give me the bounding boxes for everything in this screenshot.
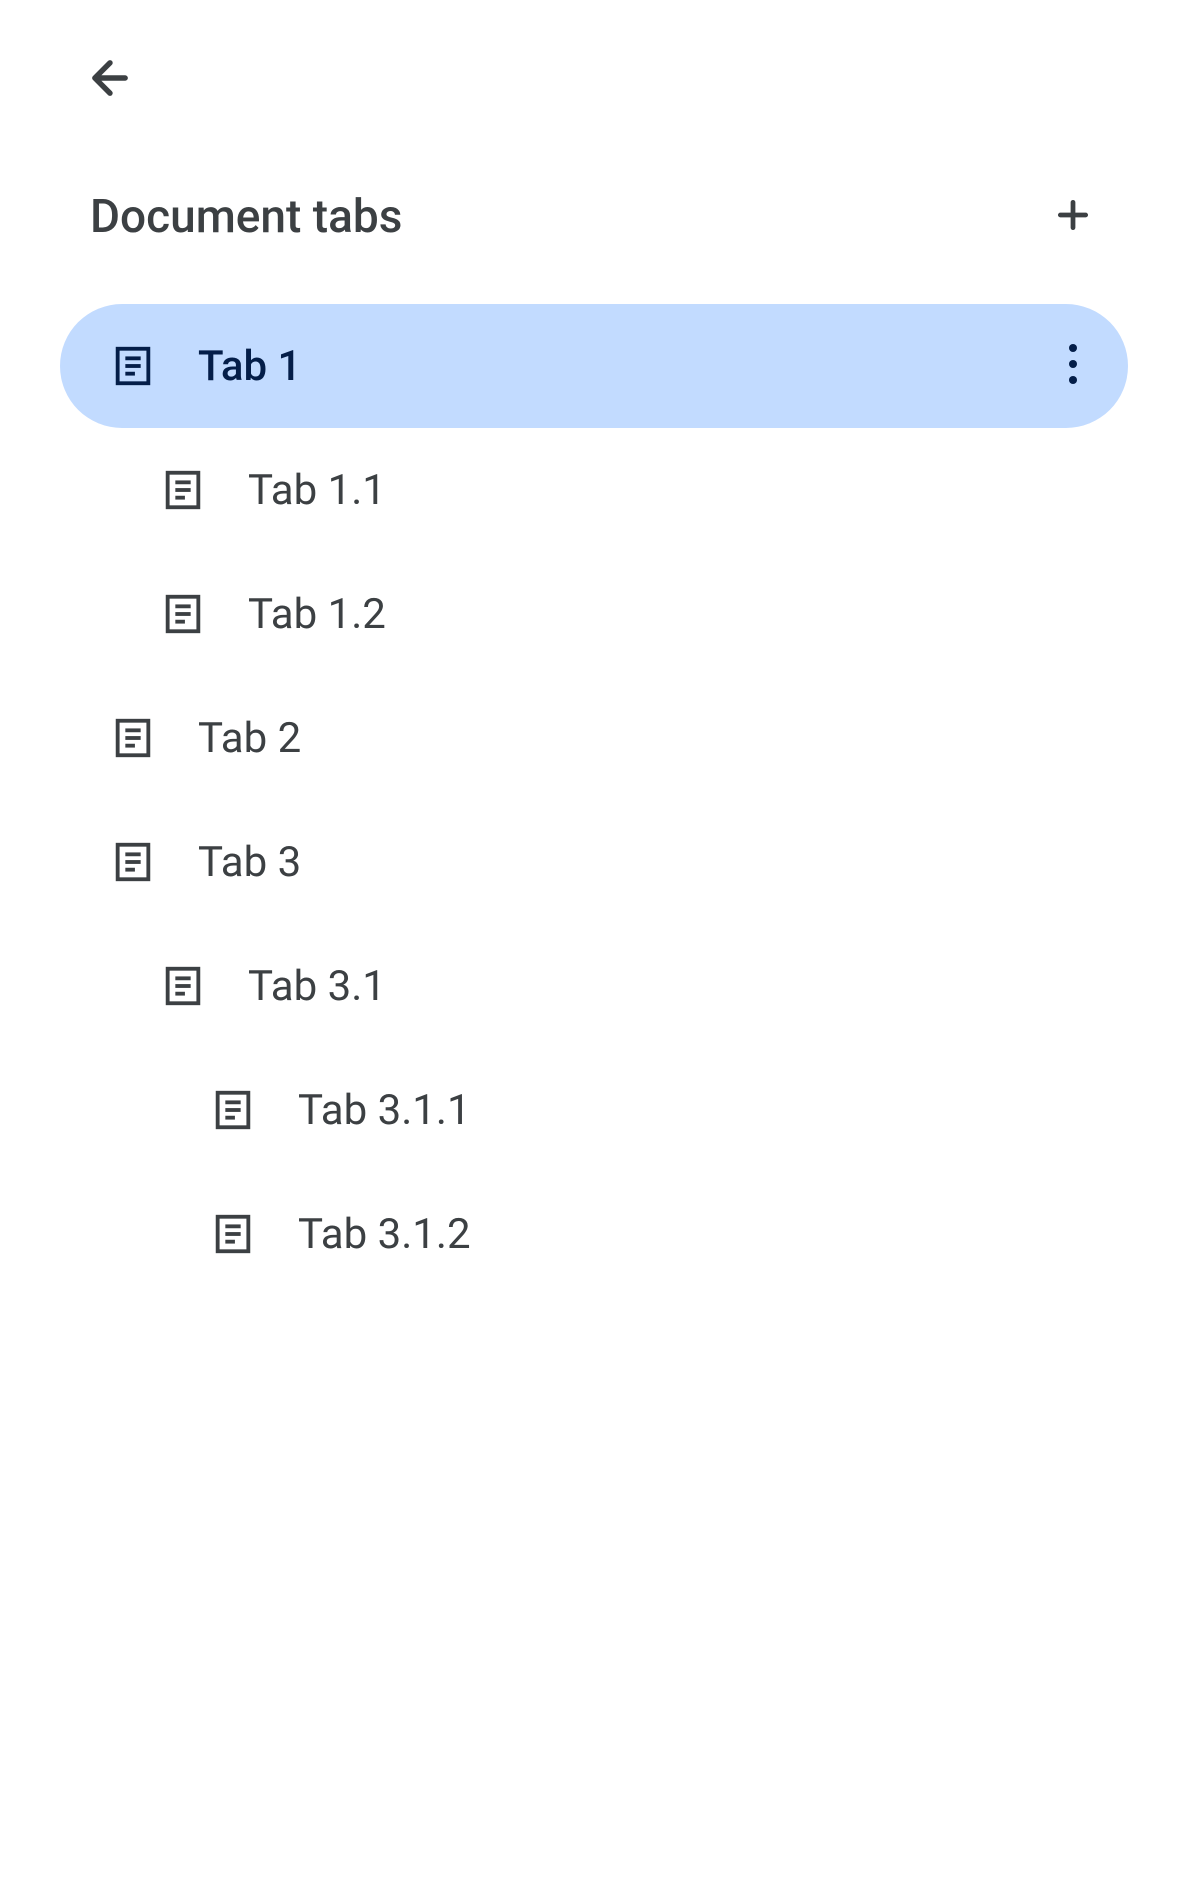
tab-item[interactable]: Tab 2	[60, 676, 1128, 800]
tab-label: Tab 3.1	[248, 962, 1098, 1011]
more-vertical-icon	[1068, 344, 1078, 388]
tab-item[interactable]: Tab 1.2	[60, 552, 1128, 676]
tab-item[interactable]: Tab 1	[60, 304, 1128, 428]
add-tab-button[interactable]	[1048, 192, 1098, 242]
plus-icon	[1054, 196, 1092, 238]
arrow-left-icon	[84, 52, 136, 108]
document-icon	[110, 839, 156, 885]
tab-label: Tab 1.2	[248, 590, 1098, 639]
document-icon	[160, 467, 206, 513]
tab-item[interactable]: Tab 1.1	[60, 428, 1128, 552]
panel-title: Document tabs	[90, 190, 402, 244]
tab-label: Tab 2	[198, 714, 1098, 763]
tab-label: Tab 1.1	[248, 466, 1098, 515]
tab-list: Tab 1 Tab 1.1 Tab 1.2 Tab 2 Tab 3 Tab 3.…	[60, 304, 1128, 1296]
tab-item[interactable]: Tab 3	[60, 800, 1128, 924]
tab-label: Tab 3	[198, 838, 1098, 887]
tab-label: Tab 3.1.2	[298, 1210, 1098, 1259]
tab-label: Tab 1	[198, 342, 1048, 391]
document-icon	[110, 343, 156, 389]
tab-item[interactable]: Tab 3.1	[60, 924, 1128, 1048]
document-icon	[210, 1087, 256, 1133]
document-icon	[110, 715, 156, 761]
tab-label: Tab 3.1.1	[298, 1086, 1098, 1135]
tab-item[interactable]: Tab 3.1.1	[60, 1048, 1128, 1172]
panel-header: Document tabs	[60, 190, 1128, 244]
tab-item[interactable]: Tab 3.1.2	[60, 1172, 1128, 1296]
document-icon	[160, 591, 206, 637]
back-button[interactable]	[80, 50, 140, 110]
document-icon	[160, 963, 206, 1009]
document-icon	[210, 1211, 256, 1257]
more-options-button[interactable]	[1048, 341, 1098, 391]
